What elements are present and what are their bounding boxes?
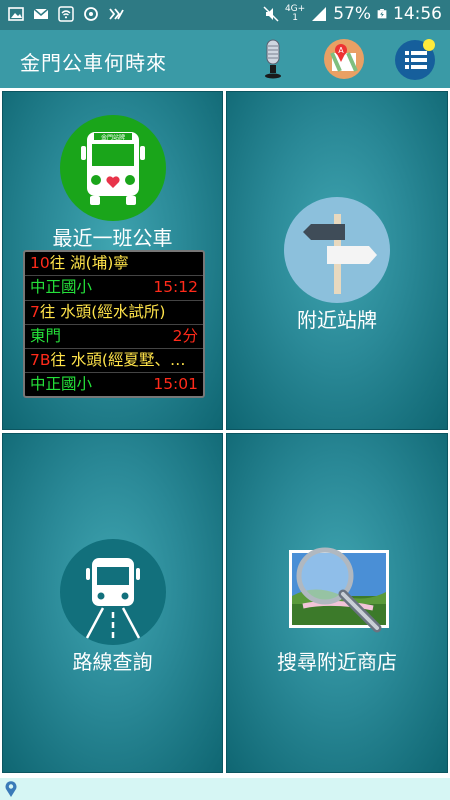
tile-label: 附近站牌	[297, 308, 377, 332]
microphone-icon[interactable]	[250, 36, 296, 82]
mail-icon	[33, 8, 49, 19]
tile-label: 最近一班公車	[52, 226, 173, 250]
map-location-icon[interactable]: A	[321, 36, 367, 82]
bus-front-icon: 金門站牌	[60, 115, 166, 221]
tile-nearby-shops[interactable]: 搜尋附近商店	[226, 433, 448, 773]
svg-text:A: A	[338, 46, 344, 55]
tile-nearest-bus[interactable]: 金門站牌 最近一班公車 10往 湖(埔)寧 中正國小 15:12 7往 水頭(經水…	[2, 91, 223, 430]
signal-icon	[312, 7, 327, 21]
location-pin-icon[interactable]	[4, 780, 18, 798]
tile-nearby-stops[interactable]: 附近站牌	[226, 91, 448, 430]
app-title: 金門公車何時來	[20, 51, 167, 75]
status-bar: 4G+ 1 57% 14:56	[0, 0, 450, 30]
board-stop-row: 中正國小 15:01	[30, 375, 198, 394]
magnifier-photo-icon	[289, 547, 389, 633]
tile-route-search[interactable]: 路線查詢	[2, 433, 223, 773]
board-stop-row: 中正國小 15:12	[25, 276, 203, 301]
mute-icon	[263, 6, 279, 22]
bus-route-icon	[60, 539, 166, 645]
app-bar: 金門公車何時來 A	[0, 30, 450, 88]
main-grid: 金門站牌 最近一班公車 10往 湖(埔)寧 中正國小 15:12 7往 水頭(經水…	[0, 88, 450, 778]
board-route-row: 7往 水頭(經水試所)	[25, 301, 203, 325]
wifi-box-icon	[58, 6, 74, 22]
tile-label: 路線查詢	[72, 650, 153, 674]
board-stop-row: 東門 2分	[25, 325, 203, 350]
svg-text:金門站牌: 金門站牌	[101, 134, 125, 142]
clock: 14:56	[393, 4, 442, 24]
signpost-icon	[284, 197, 390, 303]
notification-badge	[423, 39, 435, 51]
battery-charging-icon	[377, 9, 387, 19]
menu-list-icon[interactable]	[393, 36, 439, 82]
tile-label: 搜尋附近商店	[277, 650, 397, 674]
bottom-bar	[0, 778, 450, 800]
battery-percent: 57%	[333, 4, 371, 24]
image-icon	[8, 7, 24, 21]
board-route-row: 7B往 水頭(經夏墅、…	[25, 349, 203, 374]
check-arrow-icon	[109, 8, 124, 20]
bus-arrival-board: 10往 湖(埔)寧 中正國小 15:12 7往 水頭(經水試所) 東門 2分 7B往…	[23, 250, 205, 398]
sync-icon	[84, 7, 98, 21]
board-route-row: 10往 湖(埔)寧	[25, 252, 203, 277]
network-type: 4G+ 1	[284, 4, 306, 23]
